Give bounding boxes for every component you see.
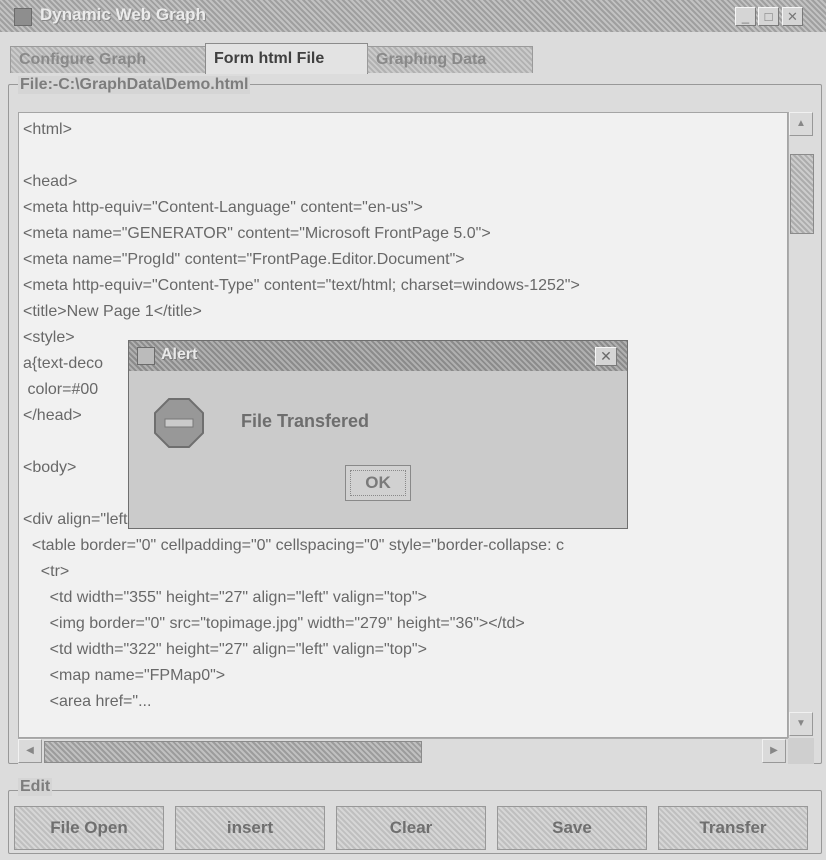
- scroll-up-arrow-icon[interactable]: ▲: [789, 112, 813, 136]
- code-line: <map name="FPMap0">: [23, 667, 226, 684]
- code-line: <td width="355" height="27" align="left"…: [23, 589, 427, 606]
- edit-legend: Edit: [18, 778, 53, 796]
- java-cup-icon: [137, 347, 155, 365]
- code-line: <head>: [23, 173, 78, 190]
- code-line: <area href="...: [23, 693, 152, 710]
- minimize-button[interactable]: _: [735, 7, 756, 26]
- code-line: <meta name="GENERATOR" content="Microsof…: [23, 225, 491, 242]
- save-button[interactable]: Save: [497, 806, 647, 850]
- alert-dialog: Alert ✕ File Transfered OK: [128, 340, 628, 529]
- tab-form-html-file[interactable]: Form html File: [205, 43, 368, 74]
- code-line: <meta http-equiv="Content-Language" cont…: [23, 199, 423, 216]
- code-line: <td width="322" height="27" align="left"…: [23, 641, 427, 658]
- scroll-left-arrow-icon[interactable]: ◀: [18, 739, 42, 763]
- insert-button[interactable]: insert: [175, 806, 325, 850]
- scroll-right-arrow-icon[interactable]: ▶: [762, 739, 786, 763]
- transfer-button[interactable]: Transfer: [658, 806, 808, 850]
- title-bar: Dynamic Web Graph _ □ ✕: [0, 0, 826, 32]
- code-line: <meta http-equiv="Content-Type" content=…: [23, 277, 580, 294]
- file-open-button[interactable]: File Open: [14, 806, 164, 850]
- vertical-scrollbar[interactable]: ▲ ▼: [788, 112, 814, 738]
- maximize-button[interactable]: □: [758, 7, 779, 26]
- code-line: <meta name="ProgId" content="FrontPage.E…: [23, 251, 465, 268]
- code-line: <html>: [23, 121, 72, 138]
- file-path-legend: File:-C:\GraphData\Demo.html: [18, 76, 251, 94]
- alert-close-button[interactable]: ✕: [595, 347, 617, 366]
- vertical-scroll-thumb[interactable]: [790, 154, 814, 234]
- clear-button[interactable]: Clear: [336, 806, 486, 850]
- window-title: Dynamic Web Graph: [40, 5, 206, 24]
- scroll-corner: [788, 738, 814, 764]
- close-button[interactable]: ✕: [782, 7, 803, 26]
- horizontal-scrollbar[interactable]: ◀ ▶: [18, 738, 788, 764]
- stop-icon: [154, 398, 204, 448]
- tab-graphing-data[interactable]: Graphing Data: [367, 46, 533, 73]
- tab-configure-graph[interactable]: Configure Graph: [10, 46, 206, 73]
- code-line: <tr>: [23, 563, 70, 580]
- alert-title: Alert: [161, 346, 198, 363]
- scroll-down-arrow-icon[interactable]: ▼: [789, 712, 813, 736]
- app-icon: [14, 8, 32, 26]
- code-line: <img border="0" src="topimage.jpg" width…: [23, 615, 525, 632]
- code-line: <table border="0" cellpadding="0" cellsp…: [23, 537, 564, 554]
- code-line: <title>New Page 1</title>: [23, 303, 202, 320]
- horizontal-scroll-thumb[interactable]: [44, 741, 422, 763]
- ok-button[interactable]: OK: [345, 465, 411, 501]
- alert-message: File Transfered: [241, 411, 370, 431]
- alert-title-bar: Alert ✕: [129, 341, 627, 371]
